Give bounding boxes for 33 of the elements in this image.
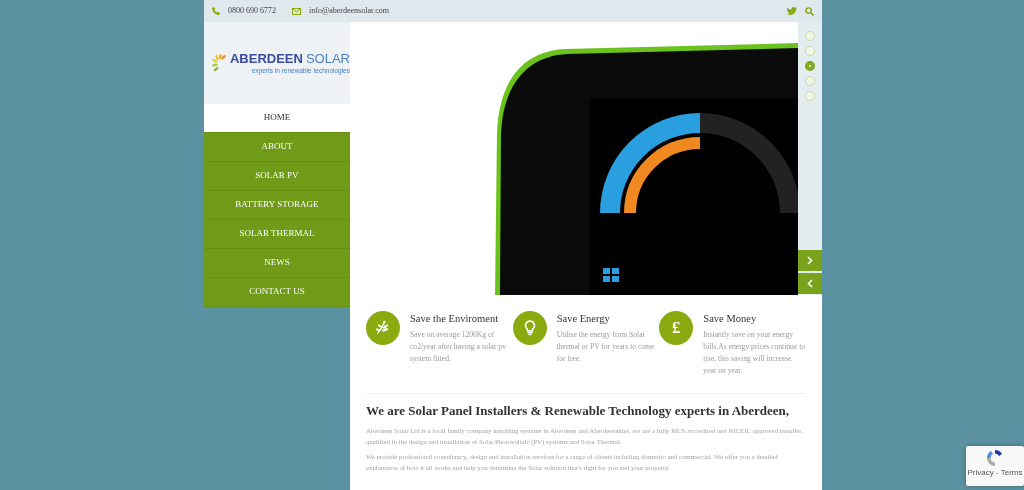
phone-number: 0800 690 6772 xyxy=(228,5,276,17)
nav-item[interactable]: BATTERY STORAGE xyxy=(204,191,350,220)
nav-item[interactable]: SOLAR PV xyxy=(204,162,350,191)
twitter-bird-icon[interactable] xyxy=(787,7,797,15)
slider-bullet[interactable] xyxy=(805,91,815,101)
slider-bullet[interactable] xyxy=(805,46,815,56)
slider-bullet[interactable] xyxy=(805,31,815,41)
logo-wordmark-light: SOLAR xyxy=(305,51,350,67)
chevron-icon xyxy=(807,279,813,288)
email-link[interactable]: info@aberdeensolar.com xyxy=(309,5,389,17)
feature-title: Save the Enviroment xyxy=(410,312,500,326)
recaptcha-links[interactable]: Privacy - Terms xyxy=(967,467,1023,479)
slider-bullet[interactable] xyxy=(805,76,815,86)
nav-item[interactable]: CONTACT US xyxy=(204,278,350,307)
previous-slide-button[interactable] xyxy=(798,273,822,294)
nav-item[interactable]: NEWS xyxy=(204,249,350,278)
leaf-icon xyxy=(366,311,400,345)
nav-item[interactable]: SOLAR THERMAL xyxy=(204,220,350,249)
pound-badge: £ xyxy=(659,311,694,345)
feature-title: Save Energy xyxy=(556,312,611,326)
lightbulb-icon xyxy=(512,311,547,345)
next-slide-button[interactable] xyxy=(798,250,822,271)
envelope-icon xyxy=(292,7,301,15)
slider-bullet[interactable] xyxy=(805,61,815,71)
feature-title: Save Money xyxy=(703,312,758,326)
phone-icon xyxy=(212,7,220,15)
intro-heading: We are Solar Panel Installers & Renewable Technology experts in Aberdeen, xyxy=(366,402,791,419)
recaptcha-logo-icon xyxy=(986,449,1004,467)
chevron-icon xyxy=(807,256,813,265)
nav-item[interactable]: ABOUT xyxy=(204,133,350,162)
search-icon[interactable] xyxy=(805,6,814,16)
logo-wordmark: ABERDEEN xyxy=(229,51,303,67)
nav-item[interactable]: HOME xyxy=(204,104,350,133)
